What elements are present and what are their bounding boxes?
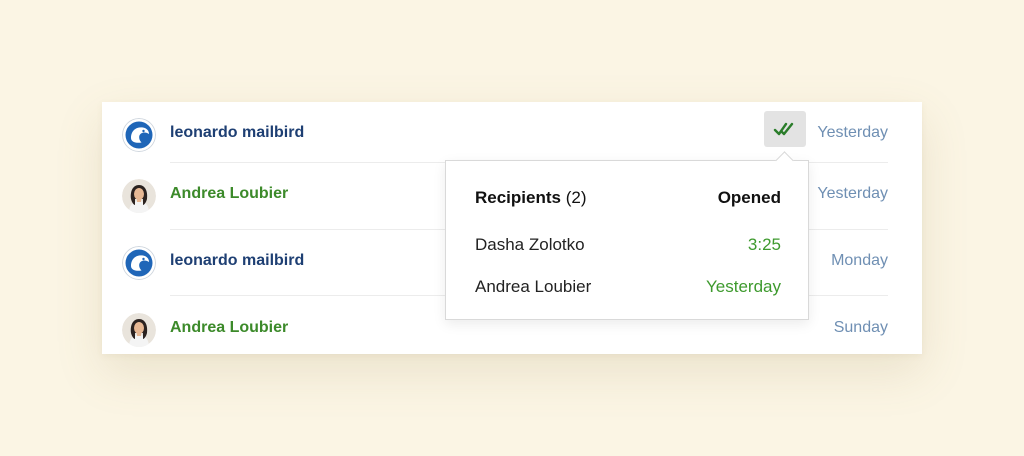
sender-name: Andrea Loubier (170, 185, 289, 202)
opened-time: Yesterday (706, 277, 781, 296)
recipients-count: (2) (565, 188, 587, 207)
message-date: Monday (831, 252, 888, 269)
opened-time: 3:25 (747, 235, 781, 254)
recipient-row: Dasha Zolotko 3:25 (475, 233, 781, 257)
mailbird-logo-icon (122, 246, 156, 280)
sender-name: Andrea Loubier (170, 319, 289, 336)
recipients-label: Recipients (475, 188, 561, 207)
opened-header: Opened (717, 188, 781, 207)
double-check-icon (773, 122, 794, 136)
sender-name: leonardo mailbird (170, 252, 305, 269)
mailbird-logo-icon (122, 118, 156, 152)
recipient-name: Andrea Loubier (475, 277, 592, 296)
sender-name: leonardo mailbird (170, 124, 305, 141)
message-list-card: leonardo mailbird Yesterday Andrea Loubi… (102, 102, 922, 354)
read-receipt-popover: Recipients (2) Opened Dasha Zolotko 3:25… (445, 151, 809, 320)
user-avatar (122, 179, 156, 213)
message-row[interactable]: leonardo mailbird Yesterday (102, 102, 922, 168)
read-receipt-button[interactable] (764, 111, 806, 147)
recipient-row: Andrea Loubier Yesterday (475, 275, 781, 299)
message-date: Yesterday (817, 124, 888, 141)
user-avatar (122, 313, 156, 347)
message-date: Sunday (833, 319, 888, 336)
message-date: Yesterday (817, 185, 888, 202)
recipient-name: Dasha Zolotko (475, 235, 585, 254)
recipients-header: Recipients (2) (475, 186, 587, 210)
